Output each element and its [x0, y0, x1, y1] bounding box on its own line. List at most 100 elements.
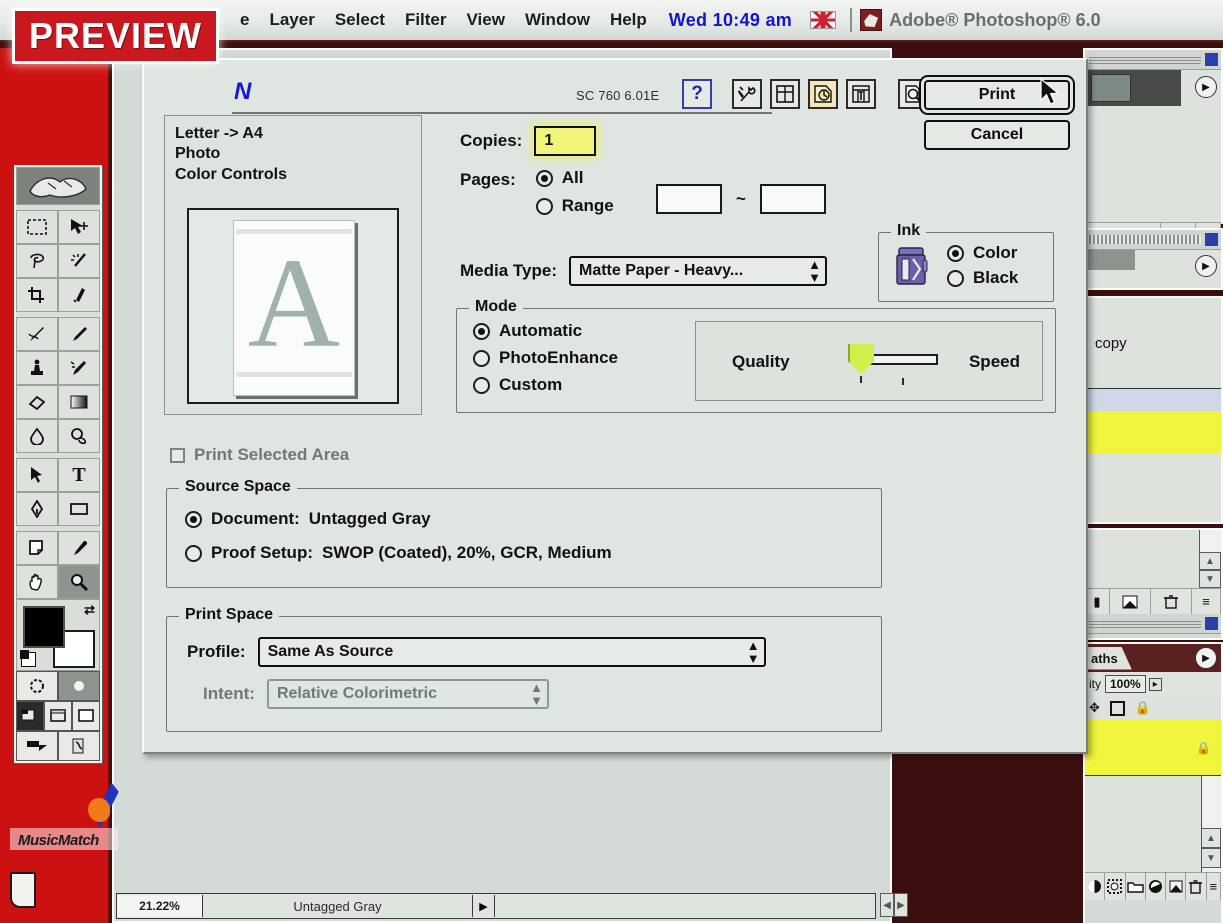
gradient-tool[interactable] [58, 385, 100, 419]
media-type-dropdown[interactable]: Matte Paper - Heavy... ▲ ▼ [568, 256, 827, 286]
channels-scroll-down-button[interactable]: ▼ [1199, 570, 1221, 588]
history-brush-tool[interactable] [58, 351, 100, 385]
notes-tool[interactable] [16, 531, 58, 565]
opacity-slider-arrow-icon[interactable]: ▸ [1148, 677, 1162, 691]
pages-all-option[interactable]: All [535, 168, 614, 188]
source-proof-radio[interactable] [185, 544, 202, 562]
ink-color-radio[interactable] [947, 244, 964, 262]
healing-brush-tool[interactable] [16, 317, 58, 351]
range-from-input[interactable] [656, 184, 722, 214]
paths-tab-row[interactable] [1085, 614, 1221, 634]
window-layout-icon[interactable] [770, 79, 800, 109]
range-to-input[interactable] [759, 184, 826, 214]
clone-stamp-tool[interactable] [16, 351, 58, 385]
question-mark-icon[interactable]: ? [682, 79, 712, 109]
palette-collapse-icon[interactable] [1205, 53, 1218, 66]
utilities-icon[interactable] [732, 79, 762, 109]
musicmatch-doc-icon[interactable] [10, 872, 36, 908]
quality-speed-thumb[interactable] [848, 344, 874, 374]
menu-item-select[interactable]: Select [325, 10, 395, 30]
eyedropper-tool[interactable] [58, 531, 100, 565]
navigator-tab-row[interactable] [1085, 50, 1221, 70]
type-tool[interactable]: T [58, 458, 100, 492]
pages-range-option[interactable]: Range [535, 196, 614, 216]
jump-to-imageready-icon[interactable] [16, 731, 58, 761]
new-layer-icon[interactable] [1166, 873, 1187, 900]
trash-icon[interactable] [1186, 873, 1207, 900]
crop-tool[interactable] [16, 278, 58, 312]
ink-black-option[interactable]: Black [947, 268, 1018, 288]
history-menu-arrow-icon[interactable]: ▶ [1195, 255, 1217, 277]
mode-custom-radio[interactable] [473, 376, 490, 394]
palette-menu-icon[interactable]: ≡ [1207, 873, 1221, 900]
scroll-right-button[interactable]: ▶ [894, 893, 908, 917]
path-selection-tool[interactable] [16, 458, 58, 492]
status-menu-arrow-icon[interactable]: ▶ [473, 895, 495, 917]
menu-item-filter[interactable]: Filter [395, 10, 457, 30]
mode-photoenhance-radio[interactable] [473, 349, 490, 367]
source-proof-option[interactable]: Proof Setup: SWOP (Coated), 20%, GCR, Me… [185, 543, 881, 563]
menu-item-layer[interactable]: Layer [259, 10, 324, 30]
foreground-color-swatch[interactable] [23, 606, 65, 648]
layers-scroll-down-button[interactable]: ▼ [1201, 848, 1221, 868]
mask-icon[interactable] [1105, 873, 1126, 900]
paintbrush-tool[interactable] [58, 317, 100, 351]
standard-screen-icon[interactable] [16, 701, 44, 731]
jump-to-app-icon[interactable] [58, 731, 100, 761]
delete-channel-icon[interactable] [1151, 589, 1192, 614]
channels-list[interactable]: ▲ ▼ [1085, 530, 1221, 588]
blend-mode-icon[interactable] [1085, 873, 1106, 900]
history-collapse-icon[interactable] [1205, 233, 1218, 246]
source-document-option[interactable]: Document: Untagged Gray [185, 509, 881, 529]
print-selected-area-checkbox[interactable] [170, 447, 185, 463]
uk-flag-icon[interactable] [810, 11, 837, 29]
zoom-tool[interactable] [58, 565, 100, 599]
navigator-menu-arrow-icon[interactable]: ▶ [1195, 76, 1217, 98]
menu-clock[interactable]: Wed 10:49 am [657, 10, 804, 31]
printer-head-icon[interactable] [846, 79, 876, 109]
source-document-radio[interactable] [185, 510, 202, 528]
print-button[interactable]: Print [924, 80, 1070, 110]
lock-all-icon[interactable]: 🔒 [1135, 700, 1151, 716]
zoom-level-field[interactable]: 21.22% [117, 895, 203, 917]
pages-range-radio[interactable] [535, 197, 553, 215]
transparency-lock-icon[interactable] [1109, 700, 1125, 716]
move-lock-icon[interactable]: ✥ [1089, 700, 1100, 716]
swap-colors-icon[interactable]: ⇄ [84, 602, 95, 618]
move-tool[interactable] [58, 210, 100, 244]
photoshop-icon[interactable] [860, 9, 883, 31]
standard-mask-icon[interactable] [16, 671, 58, 701]
lasso-tool[interactable] [16, 244, 58, 278]
intent-dropdown[interactable]: Relative Colorimetric ▲ ▼ [266, 679, 549, 709]
history-tab-row[interactable] [1085, 230, 1221, 250]
opacity-value[interactable]: 100% [1105, 675, 1146, 693]
quick-mask-icon[interactable] [58, 671, 100, 701]
menu-item-view[interactable]: View [457, 10, 515, 30]
document-horizontal-scroll-arrows[interactable]: ◀ ▶ [880, 893, 908, 919]
toolbox-banner-icon[interactable] [16, 167, 100, 205]
mode-automatic-radio[interactable] [473, 322, 490, 340]
eraser-tool[interactable] [16, 385, 58, 419]
print-selected-area-row[interactable]: Print Selected Area [170, 445, 349, 465]
dodge-tool[interactable] [58, 419, 100, 453]
layer-row-yellow[interactable]: 🔒 [1085, 720, 1221, 776]
paths-tab[interactable]: aths ▶ [1085, 644, 1221, 672]
magic-wand-tool[interactable] [58, 244, 100, 278]
layers-scroll-up-button[interactable]: ▲ [1201, 828, 1221, 848]
hand-tool[interactable] [16, 565, 58, 599]
pages-all-radio[interactable] [535, 169, 553, 187]
channels-palette-menu-icon[interactable]: ≡ [1192, 589, 1221, 614]
cancel-button[interactable]: Cancel [924, 120, 1070, 150]
paths-collapse-icon[interactable] [1205, 617, 1218, 630]
shape-tool[interactable] [58, 492, 100, 526]
menu-item-help[interactable]: Help [600, 10, 657, 30]
marquee-tool[interactable] [16, 210, 58, 244]
ink-black-radio[interactable] [947, 269, 964, 287]
slice-tool[interactable] [58, 278, 100, 312]
new-channel-icon[interactable] [1110, 589, 1151, 614]
menu-item-window[interactable]: Window [515, 10, 600, 30]
color-swatches[interactable]: ⇄ [16, 599, 100, 671]
scroll-left-button[interactable]: ◀ [880, 893, 894, 917]
channel-load-icon[interactable]: ▮ [1085, 589, 1110, 614]
channels-scroll-up-button[interactable]: ▲ [1199, 552, 1221, 570]
